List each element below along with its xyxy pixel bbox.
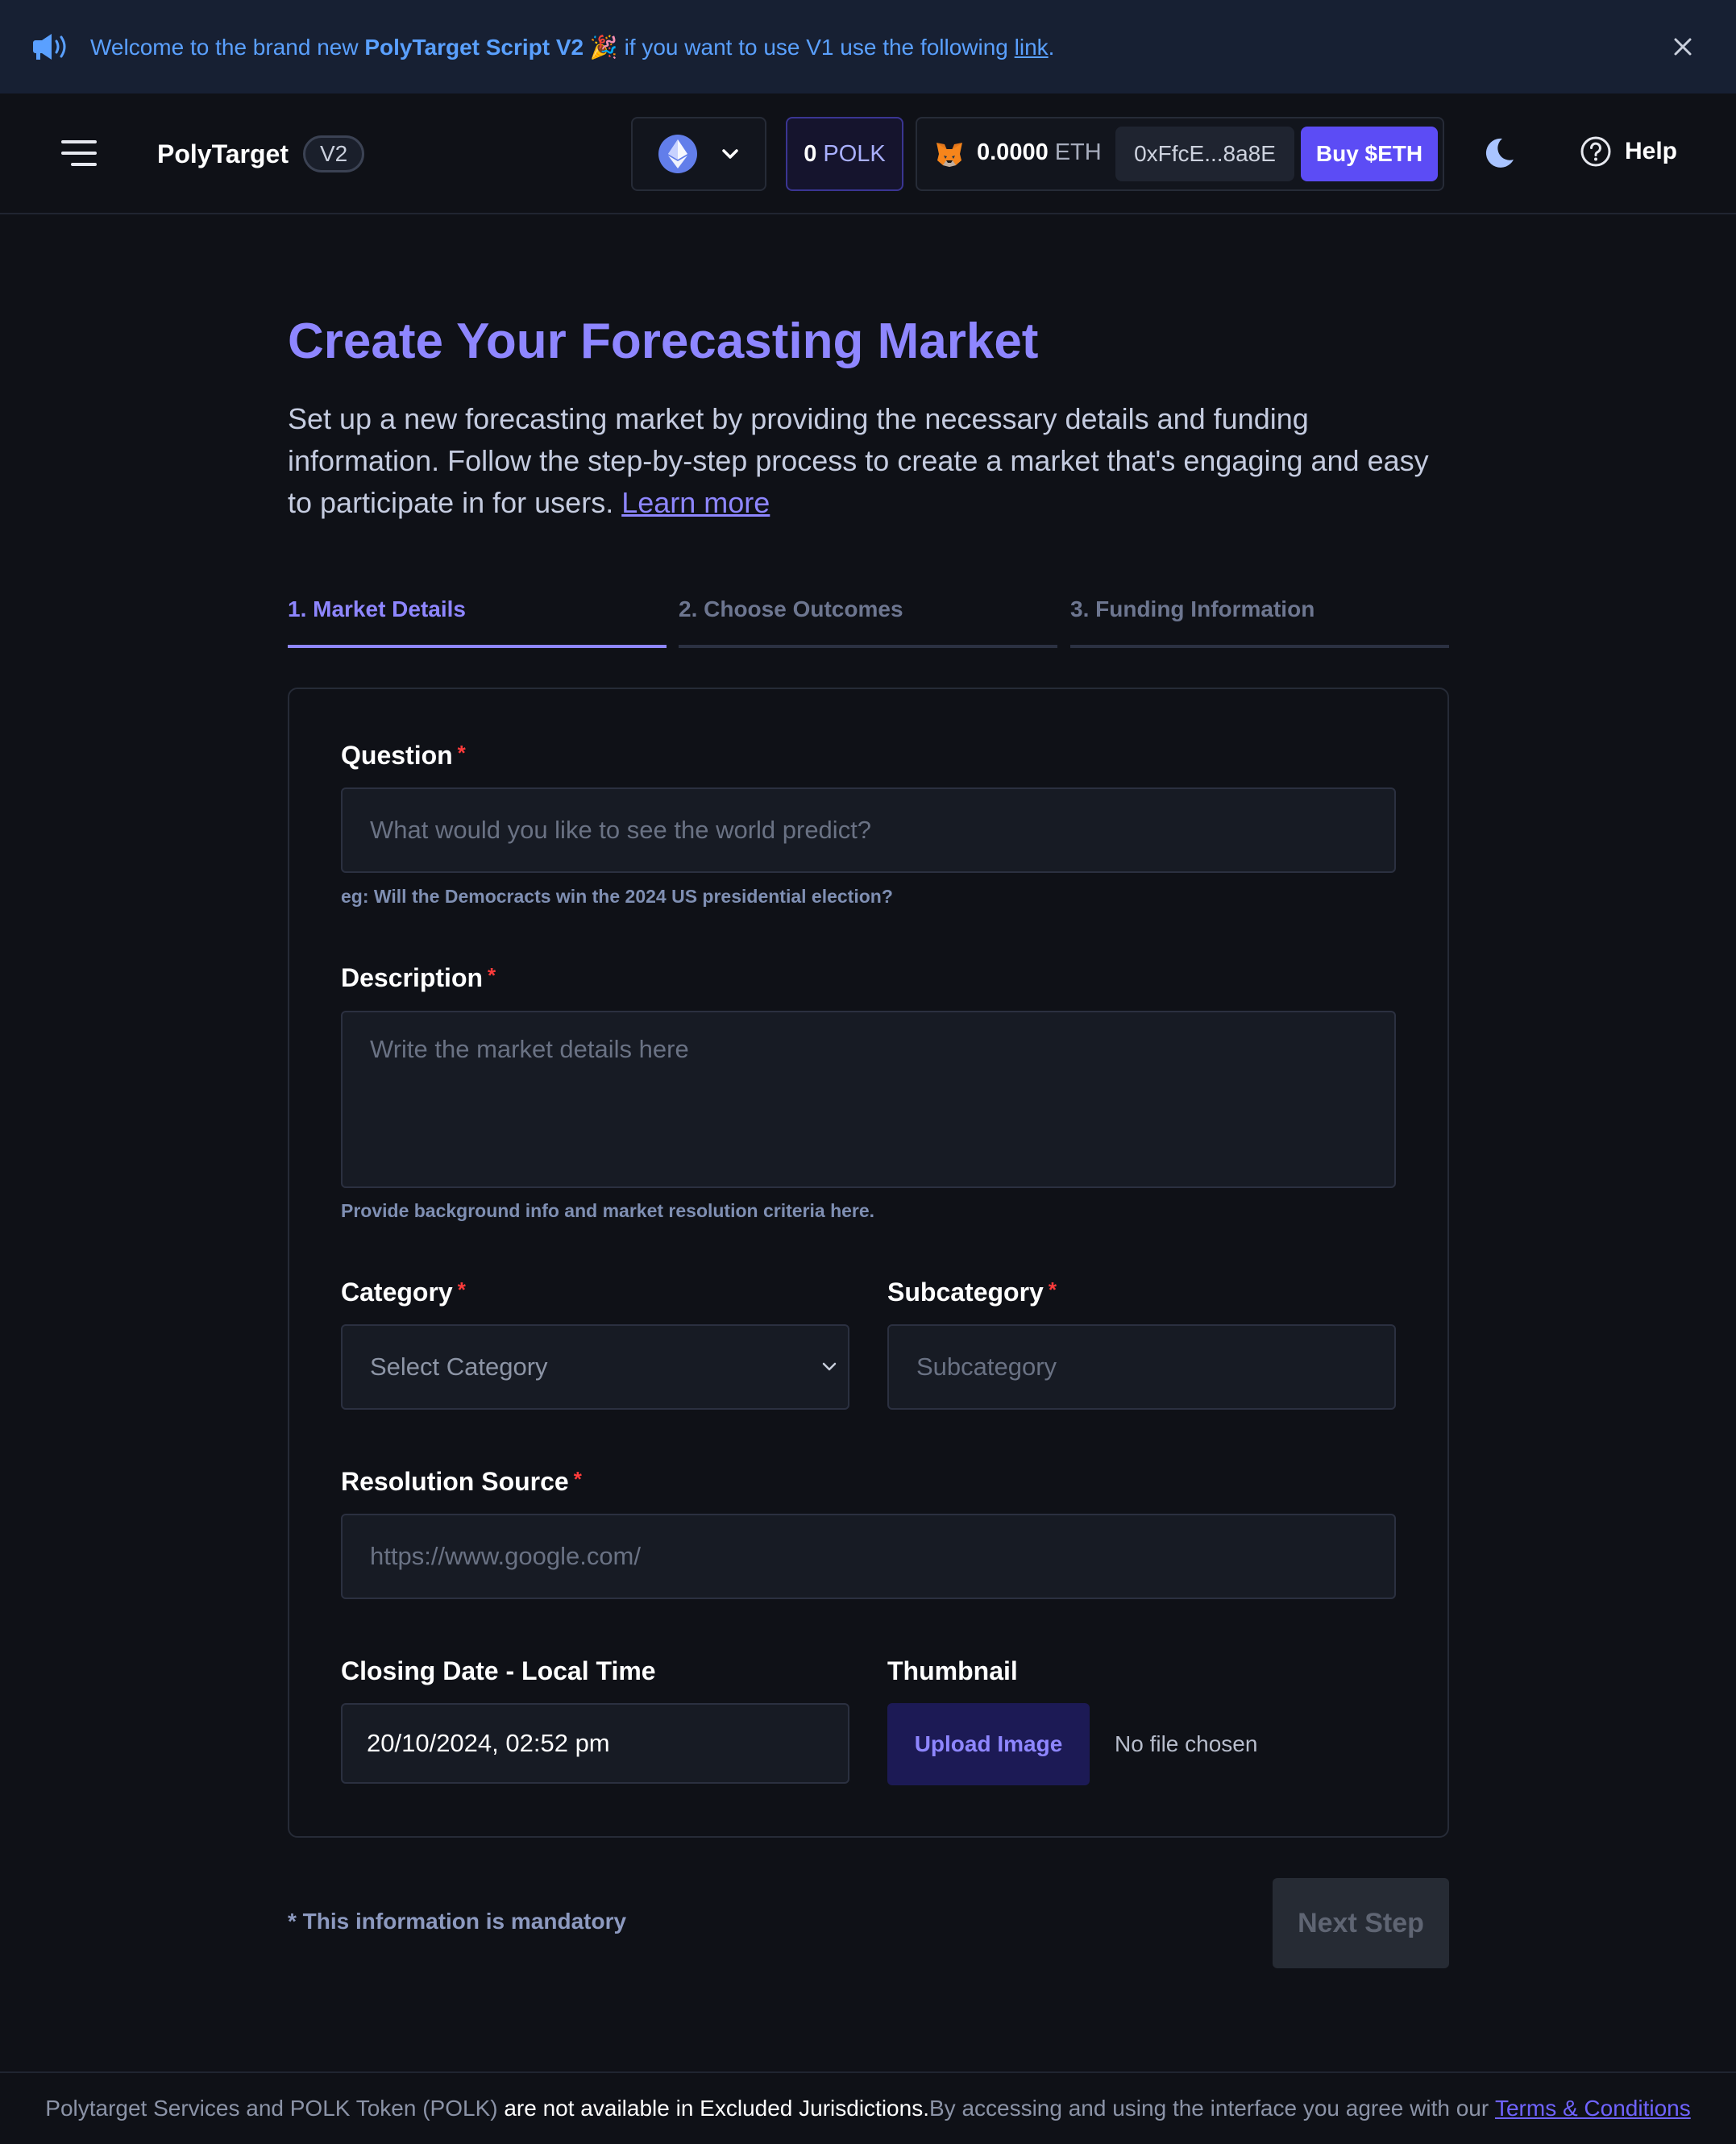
required-asterisk: *: [488, 963, 496, 987]
help-circle-icon: [1580, 136, 1611, 167]
footer-jurisdiction-notice: are not available in Excluded Jurisdicti…: [504, 2096, 929, 2121]
buy-eth-button[interactable]: Buy $ETH: [1301, 127, 1438, 181]
wallet-address-button[interactable]: 0xFfcE...8a8E: [1115, 127, 1294, 181]
subcategory-label: Subcategory *: [887, 1278, 1057, 1307]
description-hint: Provide background info and market resol…: [341, 1200, 875, 1221]
learn-more-link[interactable]: Learn more: [621, 486, 770, 519]
closing-date-label: Closing Date - Local Time: [341, 1656, 656, 1685]
description-textarea[interactable]: [341, 1011, 1396, 1188]
description-label: Description *: [341, 963, 496, 992]
chevron-down-icon: [822, 1362, 837, 1371]
tab-indicator: [288, 645, 667, 648]
help-label: Help: [1625, 138, 1678, 164]
next-step-button[interactable]: Next Step: [1273, 1878, 1449, 1968]
hamburger-menu-icon[interactable]: [61, 137, 97, 169]
help-button[interactable]: Help: [1580, 135, 1677, 168]
resolution-source-label: Resolution Source *: [341, 1467, 582, 1496]
version-badge: V2: [303, 135, 365, 172]
tab-indicator: [1070, 645, 1449, 648]
resolution-source-input[interactable]: [341, 1514, 1396, 1599]
ethereum-icon: [658, 135, 697, 173]
banner-product-name: PolyTarget Script V2: [364, 34, 584, 60]
footer-text: Polytarget Services and POLK Token (POLK…: [45, 2096, 498, 2121]
close-icon[interactable]: [1670, 34, 1696, 60]
category-label: Category *: [341, 1278, 466, 1307]
polk-amount: 0: [804, 140, 817, 167]
network-selector[interactable]: [631, 117, 766, 191]
page-intro: Set up a new forecasting market by provi…: [288, 402, 1429, 519]
tab-indicator: [679, 645, 1057, 648]
question-hint: eg: Will the Democracts win the 2024 US …: [341, 886, 893, 907]
brand-name: PolyTarget: [157, 139, 289, 168]
tab-label: 1. Market Details: [288, 596, 466, 621]
tab-funding-information[interactable]: 3. Funding Information: [1070, 596, 1449, 648]
top-navbar: PolyTarget V2 0 POLK 0.0000 ETH 0xFfcE..…: [0, 93, 1736, 214]
polk-balance[interactable]: 0 POLK: [786, 117, 903, 191]
category-selected-value: Select Category: [370, 1352, 548, 1381]
step-tabs: 1. Market Details 2. Choose Outcomes 3. …: [288, 596, 1449, 648]
question-input[interactable]: [341, 787, 1396, 873]
required-asterisk: *: [1048, 1278, 1057, 1302]
banner-message: Welcome to the brand new PolyTarget Scri…: [90, 34, 1055, 60]
category-select[interactable]: Select Category: [341, 1324, 849, 1410]
legal-footer: Polytarget Services and POLK Token (POLK…: [0, 2071, 1736, 2144]
page-title: Create Your Forecasting Market: [288, 314, 1039, 369]
thumbnail-label: Thumbnail: [887, 1656, 1018, 1685]
file-status: No file chosen: [1115, 1731, 1258, 1756]
terms-link[interactable]: Terms & Conditions: [1495, 2096, 1691, 2121]
announcement-banner: Welcome to the brand new PolyTarget Scri…: [0, 0, 1736, 93]
required-asterisk: *: [573, 1467, 582, 1491]
tab-label: 3. Funding Information: [1070, 596, 1315, 621]
party-popper-icon: 🎉: [589, 34, 618, 60]
tab-market-details[interactable]: 1. Market Details: [288, 596, 667, 648]
wallet-panel: 0.0000 ETH 0xFfcE...8a8E Buy $ETH: [916, 117, 1444, 191]
required-asterisk: *: [457, 1278, 466, 1302]
question-label: Question *: [341, 741, 466, 770]
tab-choose-outcomes[interactable]: 2. Choose Outcomes: [679, 596, 1057, 648]
subcategory-input[interactable]: [887, 1324, 1396, 1410]
market-details-form: Question* eg: Will the Democracts win th…: [288, 688, 1449, 1838]
polk-symbol: POLK: [823, 140, 886, 167]
mandatory-note: * This information is mandatory: [288, 1909, 627, 1934]
megaphone-icon: [33, 34, 66, 60]
closing-date-input[interactable]: 20/10/2024, 02:52 pm: [341, 1703, 849, 1784]
upload-image-button[interactable]: Upload Image: [887, 1703, 1090, 1785]
banner-v1-link[interactable]: link: [1015, 35, 1049, 60]
moon-icon[interactable]: [1481, 135, 1517, 171]
chevron-down-icon: [722, 149, 738, 159]
footer-text: By accessing and using the interface you…: [928, 2096, 1489, 2121]
brand[interactable]: PolyTarget V2: [157, 135, 365, 172]
metamask-fox-icon: [937, 143, 962, 167]
tab-label: 2. Choose Outcomes: [679, 596, 903, 621]
required-asterisk: *: [457, 741, 466, 765]
eth-balance: 0.0000 ETH: [977, 139, 1102, 165]
